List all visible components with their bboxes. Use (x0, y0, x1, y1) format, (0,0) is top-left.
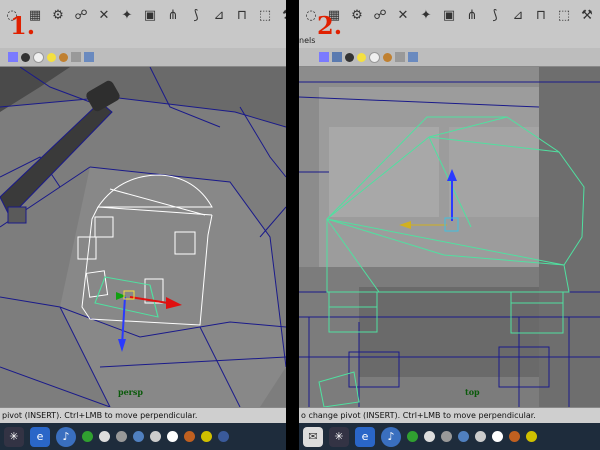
unity-icon[interactable]: ✳ (329, 426, 349, 447)
nurbs-icon[interactable]: ▣ (140, 5, 160, 25)
wireframe-icon[interactable] (8, 52, 18, 62)
wave-icon[interactable]: ⋔ (462, 5, 482, 25)
step-label-2: 2. (317, 11, 343, 40)
taskbar: ✉ ✳ e ♪ (299, 423, 600, 450)
isolate-icon[interactable] (71, 52, 81, 62)
tray-icon[interactable] (150, 431, 161, 442)
ie-icon[interactable]: e (355, 426, 375, 447)
plane-icon[interactable]: ✕ (393, 5, 413, 25)
right-viewport-panel: ◌ ▦ ⚙ ☍ ✕ ✦ ▣ ⋔ ⟆ ⊿ ⊓ ⬚ ⚒ ⚓ 2. nels (299, 0, 600, 450)
cylinder-icon[interactable]: ⚙ (48, 5, 68, 25)
shaded-icon[interactable] (345, 52, 354, 62)
help-line: o change pivot (INSERT). Ctrl+LMB to mov… (299, 407, 600, 424)
nurbs-icon[interactable]: ▣ (439, 5, 459, 25)
tray-icon[interactable] (99, 431, 110, 442)
toolbar-row (0, 30, 286, 48)
tray-icon[interactable] (116, 431, 127, 442)
tray-icon[interactable] (201, 431, 212, 442)
panels-menu[interactable]: nels (299, 36, 315, 45)
tray-icon[interactable] (167, 431, 178, 442)
grid-icon[interactable]: ⟆ (485, 5, 505, 25)
cone-icon[interactable]: ☍ (370, 5, 390, 25)
panel-toolbar (299, 48, 600, 67)
tray-icon[interactable] (133, 431, 144, 442)
tray-icon[interactable] (184, 431, 195, 442)
curve-icon[interactable]: ⊓ (232, 5, 252, 25)
uv-icon[interactable]: ⊿ (209, 5, 229, 25)
default-light-icon[interactable] (357, 52, 366, 62)
tray-icon[interactable] (458, 431, 469, 442)
help-line: pivot (INSERT). Ctrl+LMB to move perpend… (0, 407, 286, 424)
wireframe-icon[interactable] (319, 52, 329, 62)
tray-icon[interactable] (475, 431, 486, 442)
tray-icon[interactable] (441, 431, 452, 442)
shelf-toolbar: ◌ ▦ ⚙ ☍ ✕ ✦ ▣ ⋔ ⟆ ⊿ ⊓ ⬚ ⚒ (0, 0, 286, 31)
panel-divider (286, 0, 299, 450)
tray-icon[interactable] (82, 431, 93, 442)
xray-icon[interactable] (408, 52, 418, 62)
top-viewport[interactable]: top (299, 67, 600, 407)
torus-icon[interactable]: ✦ (117, 5, 137, 25)
rig-icon[interactable]: ⚒ (577, 5, 597, 25)
ie-icon[interactable]: e (30, 426, 50, 447)
itunes-icon[interactable]: ♪ (56, 426, 76, 447)
shaded-icon[interactable] (21, 52, 30, 62)
tray-icon[interactable] (509, 431, 520, 442)
step-label-1: 1. (10, 11, 36, 40)
tray-icon[interactable] (526, 431, 537, 442)
smooth-icon[interactable] (332, 52, 342, 62)
cone-icon[interactable]: ☍ (71, 5, 91, 25)
app-icon[interactable]: ✉ (303, 426, 323, 447)
rig-icon[interactable]: ⚒ (278, 5, 286, 25)
light-icon[interactable] (369, 51, 380, 63)
tray-icon[interactable] (218, 431, 229, 442)
shelf-toolbar: ◌ ▦ ⚙ ☍ ✕ ✦ ▣ ⋔ ⟆ ⊿ ⊓ ⬚ ⚒ ⚓ (299, 0, 600, 31)
texture-icon[interactable] (59, 52, 68, 62)
texture-icon[interactable] (383, 52, 392, 62)
torus-icon[interactable]: ✦ (416, 5, 436, 25)
tray-icon[interactable] (407, 431, 418, 442)
unity-icon[interactable]: ✳ (4, 426, 24, 447)
left-viewport-panel: ◌ ▦ ⚙ ☍ ✕ ✦ ▣ ⋔ ⟆ ⊿ ⊓ ⬚ ⚒ 1. (0, 0, 286, 450)
grid-icon[interactable]: ⟆ (186, 5, 206, 25)
camera-label: persp (118, 387, 143, 397)
isolate-icon[interactable] (395, 52, 405, 62)
plane-icon[interactable]: ✕ (94, 5, 114, 25)
camera-label: top (465, 387, 480, 397)
itunes-icon[interactable]: ♪ (381, 426, 401, 447)
panel-toolbar (0, 48, 286, 67)
paint-icon[interactable]: ⬚ (255, 5, 275, 25)
xray-icon[interactable] (84, 52, 94, 62)
light-icon[interactable] (33, 51, 44, 63)
paint-icon[interactable]: ⬚ (554, 5, 574, 25)
curve-icon[interactable]: ⊓ (531, 5, 551, 25)
cylinder-icon[interactable]: ⚙ (347, 5, 367, 25)
default-light-icon[interactable] (47, 52, 56, 62)
tray-icon[interactable] (492, 431, 503, 442)
tray-icon[interactable] (424, 431, 435, 442)
toolbar-row (299, 30, 600, 48)
wave-icon[interactable]: ⋔ (163, 5, 183, 25)
perspective-viewport[interactable]: persp (0, 67, 286, 407)
uv-icon[interactable]: ⊿ (508, 5, 528, 25)
taskbar: ✳ e ♪ (0, 423, 286, 450)
